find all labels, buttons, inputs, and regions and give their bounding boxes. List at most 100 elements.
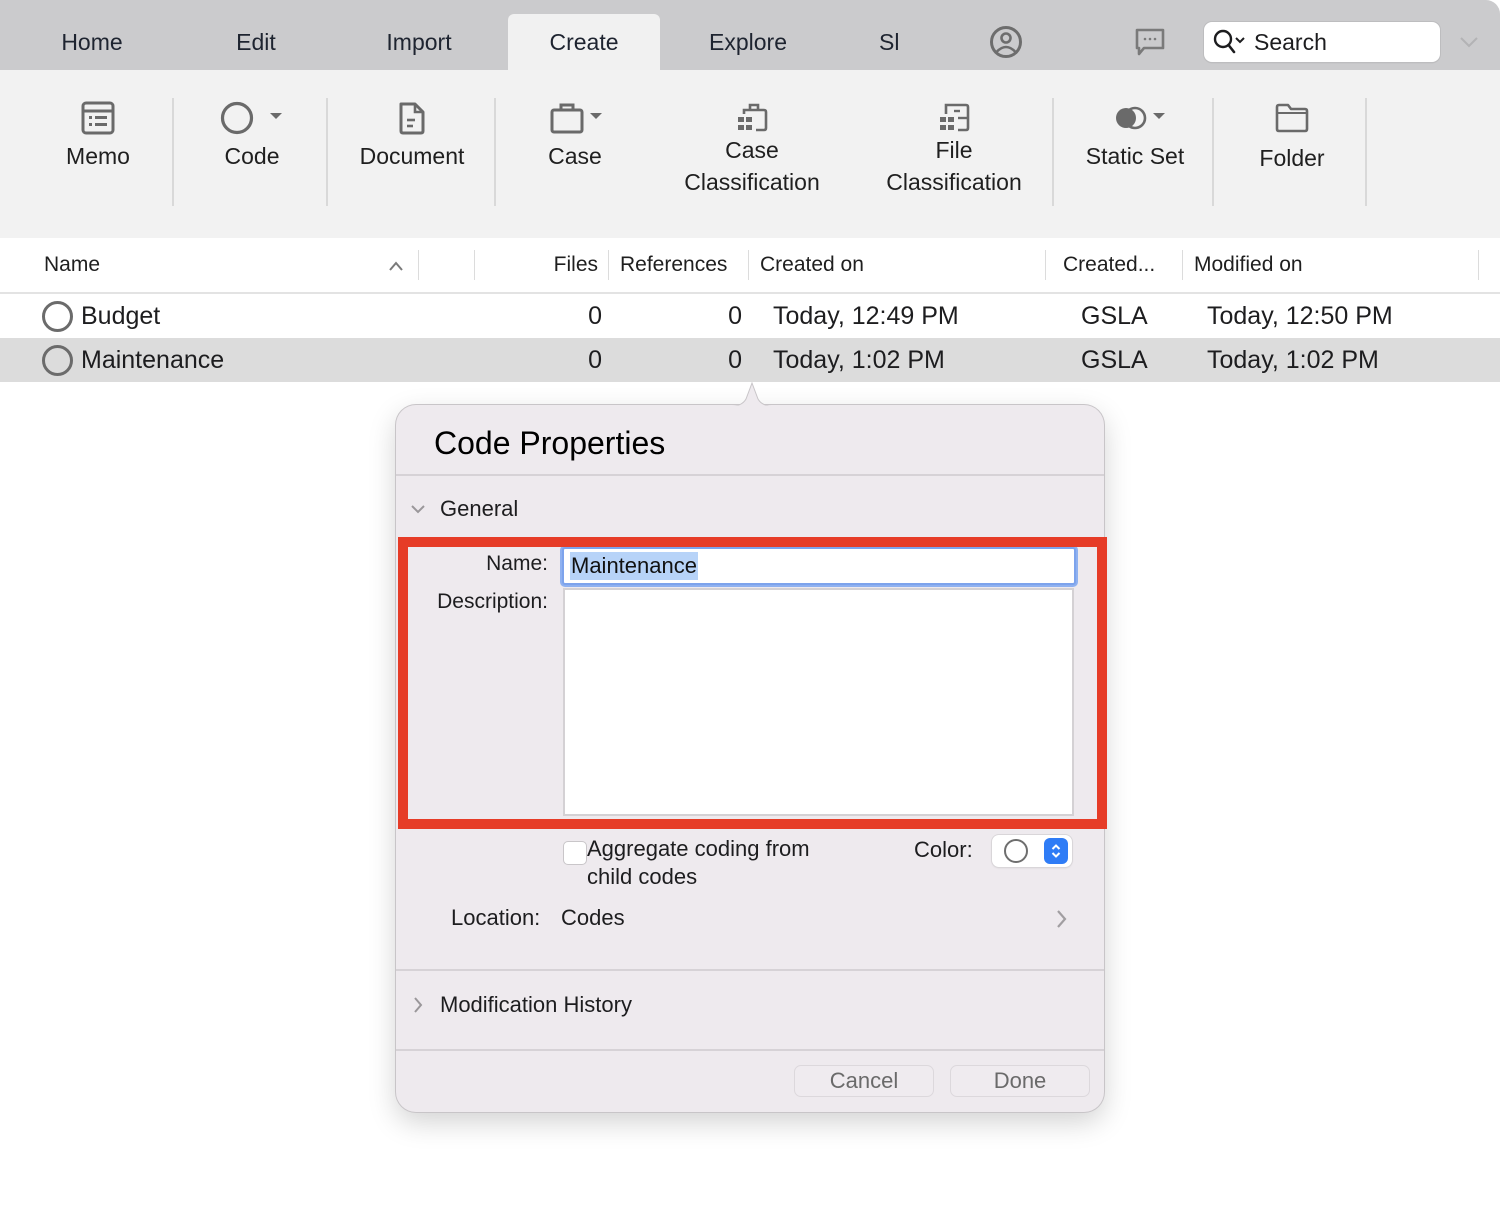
column-divider[interactable] <box>1182 250 1183 280</box>
divider <box>396 1049 1104 1051</box>
table-header: Name Files References Created on Created… <box>0 238 1500 294</box>
cell-name: Budget <box>81 301 161 330</box>
color-label: Color: <box>914 837 973 862</box>
memo-label: Memo <box>66 143 130 169</box>
code-icon-cell <box>42 338 73 382</box>
ribbon-tab-bar: Home Edit Import Create Explore Sl Searc… <box>0 0 1500 70</box>
cell-modified-on: Today, 12:50 PM <box>1207 301 1393 330</box>
code-circle-icon <box>42 300 73 332</box>
tab-create[interactable]: Create <box>508 14 660 70</box>
create-file-classification-button[interactable]: File Classification <box>872 98 1036 198</box>
ribbon-separator <box>1212 98 1214 206</box>
case-classification-icon <box>738 103 768 132</box>
code-properties-popover: Code Properties General Name: Maintenanc… <box>396 405 1107 1112</box>
create-document-button[interactable]: Document <box>352 98 472 172</box>
chevron-right-icon[interactable] <box>1052 907 1072 931</box>
folder-label: Folder <box>1259 145 1325 171</box>
cell-modified-on: Today, 1:02 PM <box>1207 345 1379 374</box>
create-case-classification-button[interactable]: Case Classification <box>670 98 834 198</box>
aggregate-label[interactable]: Aggregate coding from child codes <box>587 835 847 891</box>
column-references-label: References <box>620 253 728 276</box>
ribbon-separator <box>1365 98 1367 206</box>
cell-created-on: Today, 1:02 PM <box>773 345 945 374</box>
column-divider[interactable] <box>474 250 475 280</box>
code-label: Code <box>224 143 280 169</box>
ribbon-separator <box>494 98 496 206</box>
tab-share[interactable]: Sl <box>866 14 910 70</box>
comment-button[interactable] <box>1132 24 1168 60</box>
code-circle-icon <box>42 344 73 376</box>
user-account-icon <box>990 26 1022 58</box>
create-folder-button[interactable]: Folder <box>1244 98 1340 174</box>
done-button[interactable]: Done <box>950 1065 1090 1097</box>
collapse-ribbon-button[interactable] <box>1452 28 1486 56</box>
modification-history-title: Modification History <box>440 992 632 1017</box>
comment-icon <box>1135 28 1165 56</box>
cell-files: 0 <box>588 345 602 374</box>
create-code-button[interactable]: Code <box>210 98 294 172</box>
column-header-name[interactable]: Name <box>44 238 404 292</box>
cell-references: 0 <box>728 301 742 330</box>
up-down-chevron-icon <box>1051 844 1061 858</box>
popover-title: Code Properties <box>434 425 666 461</box>
search-placeholder: Search <box>1254 28 1327 55</box>
column-created-on-label: Created on <box>760 253 864 276</box>
search-field[interactable]: Search <box>1204 22 1440 62</box>
color-stepper[interactable] <box>1044 838 1068 864</box>
case-classification-label: Case Classification <box>684 134 820 198</box>
cancel-button[interactable]: Cancel <box>794 1065 934 1097</box>
tab-home[interactable]: Home <box>40 14 144 70</box>
tab-edit[interactable]: Edit <box>208 14 304 70</box>
ribbon-separator <box>172 98 174 206</box>
column-divider[interactable] <box>418 250 419 280</box>
chevron-right-icon <box>414 997 423 1013</box>
folder-icon <box>1275 103 1309 133</box>
column-header-files[interactable]: Files <box>476 238 598 292</box>
cell-created-by: GSLA <box>1081 345 1148 374</box>
search-icon <box>1213 29 1245 54</box>
column-header-created-by[interactable]: Created... <box>1063 238 1179 292</box>
memo-icon <box>81 101 115 135</box>
location-label: Location: <box>451 905 541 930</box>
table-row[interactable]: Budget 0 0 Today, 12:49 PM GSLA Today, 1… <box>0 294 1500 338</box>
case-classification-line1: Case <box>725 137 779 163</box>
modification-history-toggle[interactable]: Modification History <box>396 985 632 1025</box>
column-divider[interactable] <box>1478 250 1479 280</box>
case-classification-line2: Classification <box>684 169 820 195</box>
divider <box>396 474 1104 476</box>
create-static-set-button[interactable]: Static Set <box>1074 98 1196 172</box>
column-divider[interactable] <box>608 250 609 280</box>
column-files-label: Files <box>553 253 598 276</box>
account-button[interactable] <box>986 22 1026 62</box>
create-memo-button[interactable]: Memo <box>52 98 144 172</box>
general-section-toggle[interactable]: General <box>396 489 518 529</box>
location-value: Codes <box>561 905 625 930</box>
ribbon-separator <box>326 98 328 206</box>
column-divider[interactable] <box>748 250 749 280</box>
color-picker[interactable] <box>992 835 1072 867</box>
case-label: Case <box>548 143 602 169</box>
column-header-references[interactable]: References <box>620 238 740 292</box>
tab-import[interactable]: Import <box>364 14 474 70</box>
column-header-created-on[interactable]: Created on <box>760 238 1040 292</box>
aggregate-checkbox[interactable] <box>563 841 587 865</box>
tab-explore[interactable]: Explore <box>690 14 806 70</box>
column-created-by-label: Created... <box>1063 253 1156 276</box>
sort-ascending-icon <box>389 261 403 271</box>
column-name-label: Name <box>44 253 101 276</box>
cell-files: 0 <box>588 301 602 330</box>
divider <box>396 969 1104 971</box>
general-section-title: General <box>440 496 519 521</box>
column-divider[interactable] <box>1045 250 1046 280</box>
highlight-annotation-box <box>398 537 1107 829</box>
document-label: Document <box>359 143 465 169</box>
file-classification-line1: File <box>935 137 973 163</box>
color-swatch <box>1004 839 1028 863</box>
column-header-modified-on[interactable]: Modified on <box>1194 238 1474 292</box>
table-row-selected[interactable]: Maintenance 0 0 Today, 1:02 PM GSLA Toda… <box>0 338 1500 382</box>
cell-created-by: GSLA <box>1081 301 1148 330</box>
code-icon-cell <box>42 294 73 338</box>
create-case-button[interactable]: Case <box>530 98 620 172</box>
file-classification-label: File Classification <box>886 134 1022 198</box>
cell-created-on: Today, 12:49 PM <box>773 301 959 330</box>
